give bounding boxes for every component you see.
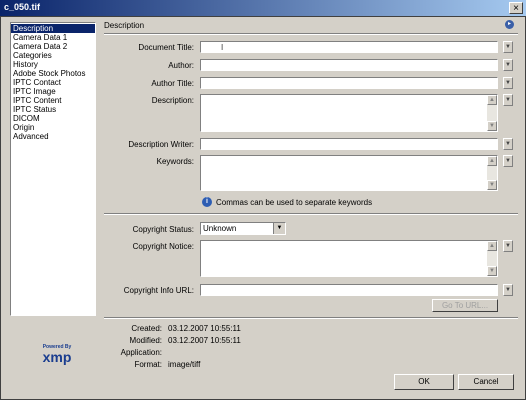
copyright-divider xyxy=(104,213,518,215)
description-label: Description: xyxy=(151,96,194,105)
copyright-url-field[interactable] xyxy=(200,284,498,296)
author-field[interactable] xyxy=(200,59,498,71)
section-menu-icon[interactable]: ▸ xyxy=(505,20,514,29)
copyright-status-label: Copyright Status: xyxy=(132,225,194,234)
text-cursor-icon: I xyxy=(221,43,224,52)
copyright-notice-field[interactable]: ▲ ▼ xyxy=(200,240,498,277)
modified-value: 03.12.2007 10:55:11 xyxy=(168,336,241,345)
title-bar: c_050.tif × xyxy=(0,0,526,16)
document-title-dropdown[interactable]: ▼ xyxy=(503,41,513,53)
description-writer-dropdown[interactable]: ▼ xyxy=(503,138,513,150)
go-to-url-button[interactable]: Go To URL... xyxy=(432,299,498,312)
description-writer-field[interactable] xyxy=(200,138,498,150)
document-title-label: Document Title: xyxy=(138,43,194,52)
keywords-scrollbar[interactable]: ▲ ▼ xyxy=(487,156,497,190)
created-value: 03.12.2007 10:55:11 xyxy=(168,324,241,333)
chevron-down-icon[interactable]: ▼ xyxy=(273,223,285,234)
description-field[interactable]: ▲ ▼ xyxy=(200,94,498,132)
sidebar-item-description[interactable]: Description xyxy=(11,24,95,33)
copyright-notice-scrollbar[interactable]: ▲ ▼ xyxy=(487,241,497,276)
sidebar-item-iptc-status[interactable]: IPTC Status xyxy=(11,105,95,114)
author-title-dropdown[interactable]: ▼ xyxy=(503,77,513,89)
cancel-button[interactable]: Cancel xyxy=(458,374,514,390)
close-button[interactable]: × xyxy=(509,2,523,14)
sidebar-item-dicom[interactable]: DICOM xyxy=(11,114,95,123)
sidebar-item-iptc-content[interactable]: IPTC Content xyxy=(11,96,95,105)
keywords-hint: Commas can be used to separate keywords xyxy=(216,198,373,207)
description-dropdown[interactable]: ▼ xyxy=(503,94,513,106)
copyright-notice-label: Copyright Notice: xyxy=(132,242,194,251)
metadata-divider xyxy=(104,317,518,319)
format-label: Format: xyxy=(134,360,162,369)
sidebar-item-iptc-image[interactable]: IPTC Image xyxy=(11,87,95,96)
keywords-label: Keywords: xyxy=(156,157,194,166)
author-title-field[interactable] xyxy=(200,77,498,89)
section-title: Description xyxy=(104,21,145,30)
sidebar-item-iptc-contact[interactable]: IPTC Contact xyxy=(11,78,95,87)
author-title-label: Author Title: xyxy=(151,79,194,88)
format-value: image/tiff xyxy=(168,360,201,369)
description-writer-label: Description Writer: xyxy=(128,140,194,149)
application-label: Application: xyxy=(120,348,162,357)
description-scrollbar[interactable]: ▲ ▼ xyxy=(487,95,497,131)
copyright-status-select[interactable]: Unknown ▼ xyxy=(200,222,286,235)
logo-name: xmp xyxy=(42,349,72,365)
created-label: Created: xyxy=(131,324,162,333)
sidebar-item-history[interactable]: History xyxy=(11,60,95,69)
keywords-field[interactable]: ▲ ▼ xyxy=(200,155,498,191)
copyright-status-value: Unknown xyxy=(203,224,237,233)
sidebar-item-advanced[interactable]: Advanced xyxy=(11,132,95,141)
copyright-url-label: Copyright Info URL: xyxy=(123,286,194,295)
modified-label: Modified: xyxy=(129,336,162,345)
sidebar-item-camera-data-1[interactable]: Camera Data 1 xyxy=(11,33,95,42)
info-icon: i xyxy=(202,197,212,207)
section-divider xyxy=(104,33,518,35)
xmp-logo: Powered By xmp xyxy=(32,344,82,364)
copyright-notice-dropdown[interactable]: ▼ xyxy=(503,240,513,252)
sidebar-item-origin[interactable]: Origin xyxy=(11,123,95,132)
copyright-url-dropdown[interactable]: ▼ xyxy=(503,284,513,296)
sidebar-item-adobe-stock-photos[interactable]: Adobe Stock Photos xyxy=(11,69,95,78)
author-label: Author: xyxy=(168,61,194,70)
author-dropdown[interactable]: ▼ xyxy=(503,59,513,71)
category-list[interactable]: Description Camera Data 1 Camera Data 2 Cat… xyxy=(10,22,96,316)
document-title-field[interactable]: I xyxy=(200,41,498,53)
keywords-dropdown[interactable]: ▼ xyxy=(503,155,513,167)
sidebar-item-camera-data-2[interactable]: Camera Data 2 xyxy=(11,42,95,51)
window-title: c_050.tif xyxy=(4,2,41,12)
ok-button[interactable]: OK xyxy=(394,374,454,390)
sidebar-item-categories[interactable]: Categories xyxy=(11,51,95,60)
